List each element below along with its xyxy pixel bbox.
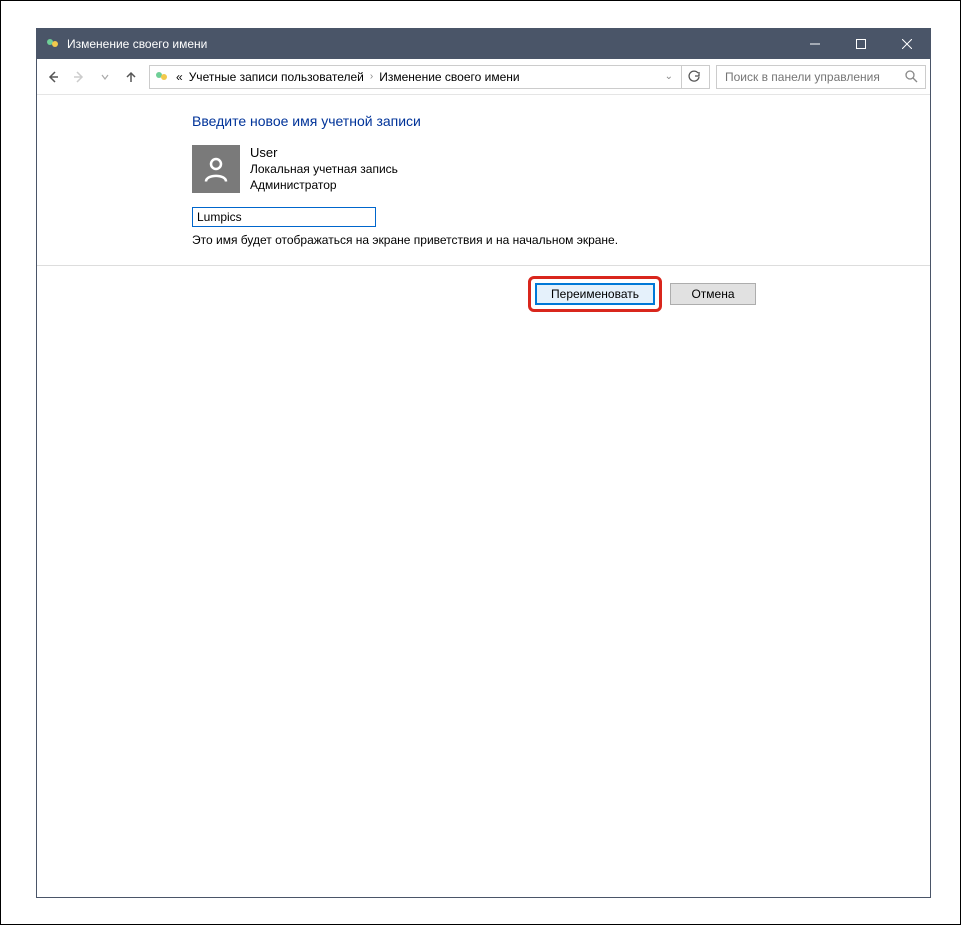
user-accounts-icon xyxy=(45,36,61,52)
search-icon xyxy=(905,70,919,84)
address-bar[interactable]: « Учетные записи пользователей › Изменен… xyxy=(149,65,710,89)
chevron-right-icon: › xyxy=(370,71,373,82)
cancel-button[interactable]: Отмена xyxy=(670,283,756,305)
window-title: Изменение своего имени xyxy=(67,37,792,51)
screenshot-frame: Изменение своего имени xyxy=(0,0,961,925)
recent-button[interactable] xyxy=(93,65,117,89)
button-row: Переименовать Отмена xyxy=(37,266,930,312)
maximize-button[interactable] xyxy=(838,29,884,59)
search-input[interactable] xyxy=(723,69,905,85)
highlight-annotation: Переименовать xyxy=(528,276,662,312)
breadcrumb-prefix: « xyxy=(176,70,183,84)
chevron-down-icon[interactable]: ⌄ xyxy=(665,71,673,82)
user-accounts-icon xyxy=(154,69,170,85)
hint-text: Это имя будет отображаться на экране при… xyxy=(192,233,782,247)
search-box[interactable] xyxy=(716,65,926,89)
content-area: Введите новое имя учетной записи User Ло… xyxy=(37,95,930,897)
rename-button[interactable]: Переименовать xyxy=(535,283,655,305)
user-name: User xyxy=(250,145,398,161)
back-button[interactable] xyxy=(41,65,65,89)
page-heading: Введите новое имя учетной записи xyxy=(192,113,782,129)
breadcrumb-seg-1[interactable]: Учетные записи пользователей xyxy=(189,70,364,84)
account-name-input[interactable] xyxy=(192,207,376,227)
window-controls xyxy=(792,29,930,59)
titlebar: Изменение своего имени xyxy=(37,29,930,59)
window: Изменение своего имени xyxy=(36,28,931,898)
user-role: Администратор xyxy=(250,177,398,193)
navbar: « Учетные записи пользователей › Изменен… xyxy=(37,59,930,95)
breadcrumb-seg-2[interactable]: Изменение своего имени xyxy=(379,70,519,84)
user-account-type: Локальная учетная запись xyxy=(250,161,398,177)
refresh-button[interactable] xyxy=(681,65,705,89)
avatar xyxy=(192,145,240,193)
user-block: User Локальная учетная запись Администра… xyxy=(192,145,782,193)
minimize-button[interactable] xyxy=(792,29,838,59)
close-button[interactable] xyxy=(884,29,930,59)
user-info: User Локальная учетная запись Администра… xyxy=(250,145,398,193)
forward-button[interactable] xyxy=(67,65,91,89)
up-button[interactable] xyxy=(119,65,143,89)
